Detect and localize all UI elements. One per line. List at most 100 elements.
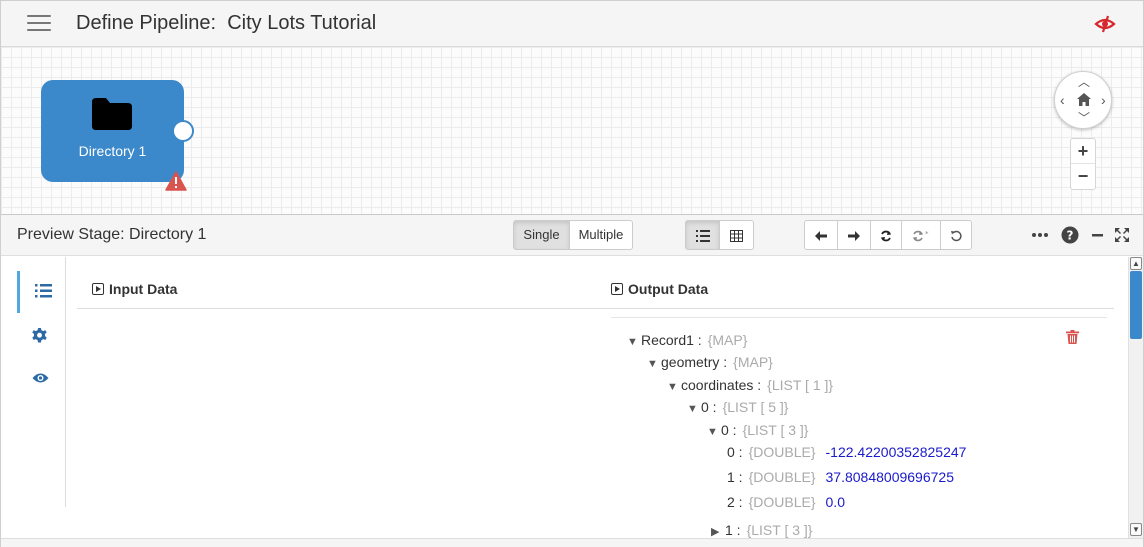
streamsets-logo-icon[interactable]	[1093, 12, 1117, 36]
field-type: {DOUBLE}	[748, 469, 816, 485]
vertical-scrollbar[interactable]: ▲ ▼	[1128, 257, 1143, 538]
table-view-button[interactable]	[719, 220, 754, 250]
output-data-label: Output Data	[628, 281, 709, 297]
collapse-toggle[interactable]: ▼	[667, 381, 681, 393]
tree-row[interactable]: ▶ 1 : {LIST [ 3 ]}	[711, 522, 812, 538]
single-button[interactable]: Single	[513, 220, 570, 250]
tree-row[interactable]: ▼ Record1 : {MAP}	[627, 332, 747, 348]
field-type: {DOUBLE}	[748, 444, 816, 460]
page-title: Define Pipeline: City Lots Tutorial	[76, 12, 377, 34]
pipeline-canvas[interactable]: Directory 1 ︿ ﹀ ‹ › + −	[1, 47, 1143, 215]
tree-row[interactable]: ▼ geometry : {MAP}	[647, 354, 773, 370]
step-forward-icon	[848, 230, 860, 241]
header-divider	[77, 308, 1114, 309]
tree-row[interactable]: ▼ coordinates : {LIST [ 1 ]}	[667, 377, 833, 393]
step-back-button[interactable]	[804, 220, 838, 250]
field-key: 0 :	[701, 399, 717, 415]
scroll-up-arrow[interactable]: ▲	[1130, 257, 1142, 270]
configuration-tab-icon	[32, 328, 47, 343]
table-view-icon	[730, 229, 743, 242]
field-key: 1 :	[725, 522, 741, 538]
collapse-toggle[interactable]: ▼	[687, 403, 701, 415]
tree-row[interactable]: 0 : {DOUBLE} -122.42200352825247	[727, 444, 966, 460]
expand-toggle-icon[interactable]	[92, 283, 104, 295]
field-key: 0 :	[727, 444, 743, 460]
more-icon[interactable]	[1031, 226, 1049, 244]
field-value[interactable]: -122.42200352825247	[826, 444, 967, 460]
help-icon[interactable]: ?	[1061, 226, 1079, 244]
output-port[interactable]	[172, 120, 194, 142]
field-type: {DOUBLE}	[748, 494, 816, 510]
maximize-icon[interactable]	[1113, 226, 1131, 244]
refresh-icon	[881, 230, 891, 241]
folder-icon	[92, 98, 132, 130]
collapse-toggle[interactable]: ▼	[627, 336, 641, 348]
step-forward-button[interactable]	[837, 220, 871, 250]
minimize-icon[interactable]	[1089, 226, 1107, 244]
home-icon[interactable]	[1077, 93, 1091, 106]
preview-title: Preview Stage: Directory 1	[17, 226, 207, 243]
pan-right-icon[interactable]: ›	[1101, 93, 1106, 107]
zoom-controls: + −	[1070, 138, 1096, 190]
refresh-button[interactable]	[870, 220, 902, 250]
records-tab-icon	[35, 284, 52, 298]
stage-node-label: Directory 1	[78, 143, 147, 159]
tree-row[interactable]: 2 : {DOUBLE} 0.0	[727, 494, 845, 510]
step-back-icon	[815, 230, 827, 241]
zoom-out-button[interactable]: −	[1071, 164, 1095, 189]
preview-side-nav	[17, 257, 66, 507]
expand-toggle[interactable]: ▶	[711, 525, 725, 538]
svg-text:?: ?	[1067, 229, 1074, 243]
field-key: 0 :	[721, 422, 737, 438]
trash-icon[interactable]	[1066, 330, 1079, 344]
input-data-header[interactable]: Input Data	[92, 281, 177, 297]
list-view-icon	[695, 229, 710, 242]
field-key: Record1 :	[641, 332, 702, 348]
records-tab[interactable]	[17, 271, 65, 313]
output-record-tree: ▼ Record1 : {MAP} ▼ geometry : {MAP} ▼ coordi…	[611, 321, 1111, 541]
scroll-down-arrow[interactable]: ▼	[1130, 523, 1142, 536]
field-type: {LIST [ 3 ]}	[746, 522, 813, 538]
reset-button[interactable]	[940, 220, 972, 250]
expand-toggle-icon[interactable]	[611, 283, 623, 295]
pan-up-icon[interactable]: ︿	[1078, 76, 1090, 88]
top-header: Define Pipeline: City Lots Tutorial	[1, 1, 1143, 47]
app-window: Define Pipeline: City Lots Tutorial Dire…	[0, 0, 1144, 547]
svg-text:*: *	[925, 230, 929, 238]
tree-row[interactable]: ▼ 0 : {LIST [ 3 ]}	[707, 422, 808, 438]
preview-tab[interactable]	[17, 359, 65, 401]
configuration-tab[interactable]	[17, 315, 65, 357]
pan-down-icon[interactable]: ﹀	[1078, 112, 1090, 124]
field-value[interactable]: 37.80848009696725	[826, 469, 954, 485]
field-key: 2 :	[727, 494, 743, 510]
pan-left-icon[interactable]: ‹	[1060, 93, 1065, 107]
field-value[interactable]: 0.0	[826, 494, 845, 510]
stage-node-directory[interactable]: Directory 1	[41, 80, 184, 182]
field-type: {MAP}	[707, 332, 748, 348]
output-divider	[611, 317, 1107, 318]
multiple-button[interactable]: Multiple	[569, 220, 633, 250]
collapse-toggle[interactable]: ▼	[707, 426, 721, 438]
field-key: geometry :	[661, 354, 728, 370]
field-type: {LIST [ 5 ]}	[722, 399, 789, 415]
field-type: {LIST [ 3 ]}	[742, 422, 809, 438]
field-type: {LIST [ 1 ]}	[767, 377, 834, 393]
run-with-changes-icon: *	[913, 230, 929, 241]
navigation-pad: ︿ ﹀ ‹ ›	[1054, 71, 1112, 129]
output-data-header[interactable]: Output Data	[611, 281, 708, 297]
input-data-label: Input Data	[109, 281, 178, 297]
field-key: coordinates :	[681, 377, 762, 393]
bottom-edge	[1, 538, 1143, 547]
warning-triangle-icon[interactable]	[165, 171, 187, 191]
collapse-toggle[interactable]: ▼	[647, 358, 661, 370]
tree-row[interactable]: ▼ 0 : {LIST [ 5 ]}	[687, 399, 788, 415]
hamburger-icon[interactable]	[27, 15, 51, 33]
field-type: {MAP}	[733, 354, 773, 370]
list-view-button[interactable]	[685, 220, 720, 250]
tree-row[interactable]: 1 : {DOUBLE} 37.80848009696725	[727, 469, 954, 485]
zoom-in-button[interactable]: +	[1071, 139, 1095, 164]
preview-tab-icon	[32, 373, 49, 383]
scroll-thumb[interactable]	[1130, 271, 1142, 339]
run-with-changes-button[interactable]: *	[901, 220, 941, 250]
field-key: 1 :	[727, 469, 743, 485]
